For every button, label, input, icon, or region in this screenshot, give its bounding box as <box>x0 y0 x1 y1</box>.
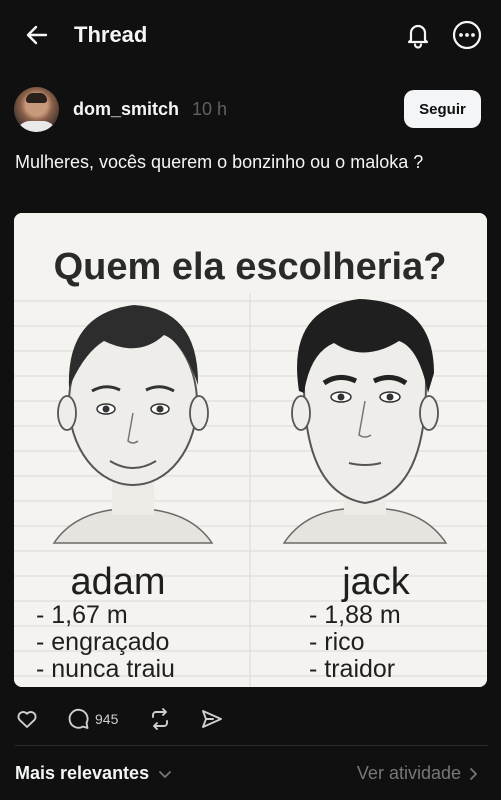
page-title: Thread <box>74 22 148 47</box>
sort-dropdown[interactable]: Mais relevantes <box>15 763 175 784</box>
top-bar: Thread <box>0 0 501 70</box>
post-actions: 945 <box>0 700 501 736</box>
post-username[interactable]: dom_smitch <box>73 98 179 120</box>
post-timestamp: 10 h <box>192 99 228 119</box>
bell-icon <box>407 24 429 49</box>
arrow-left-icon <box>26 25 48 45</box>
share-button[interactable] <box>200 706 224 732</box>
view-activity-link[interactable]: Ver atividade <box>357 763 481 784</box>
comment-button[interactable]: 945 <box>66 706 118 732</box>
post-image[interactable]: Quem ela escolheria? adam - 1,67 m - eng… <box>14 213 487 687</box>
like-button[interactable] <box>15 706 39 732</box>
right-trait: - 1,88 m <box>309 601 401 629</box>
repost-icon <box>152 708 168 730</box>
more-circle-icon <box>452 20 482 50</box>
right-trait: - traidor <box>309 655 395 683</box>
follow-button[interactable]: Seguir <box>404 90 481 128</box>
avatar[interactable] <box>14 87 59 132</box>
left-trait: - 1,67 m <box>36 601 128 629</box>
left-name: adam <box>70 561 165 603</box>
send-icon <box>202 710 222 728</box>
chevron-right-icon <box>470 767 477 780</box>
repost-button[interactable] <box>148 706 172 732</box>
heart-icon <box>17 711 37 728</box>
left-trait: - nunca traiu <box>36 655 175 683</box>
comment-count: 945 <box>95 711 119 727</box>
chevron-down-icon <box>159 770 171 778</box>
activity-label: Ver atividade <box>356 763 461 783</box>
left-trait: - engraçado <box>36 628 169 656</box>
right-name: jack <box>341 561 411 603</box>
post-text: Mulheres, vocês querem o bonzinho ou o m… <box>15 152 424 172</box>
right-trait: - rico <box>309 628 365 656</box>
comment-bubble-icon <box>68 708 89 729</box>
back-button[interactable] <box>22 20 52 50</box>
divider <box>15 745 488 746</box>
sort-label: Mais relevantes <box>15 763 150 783</box>
image-heading: Quem ela escolheria? <box>54 246 447 288</box>
more-options-button[interactable] <box>450 18 484 52</box>
notifications-button[interactable] <box>402 19 434 51</box>
